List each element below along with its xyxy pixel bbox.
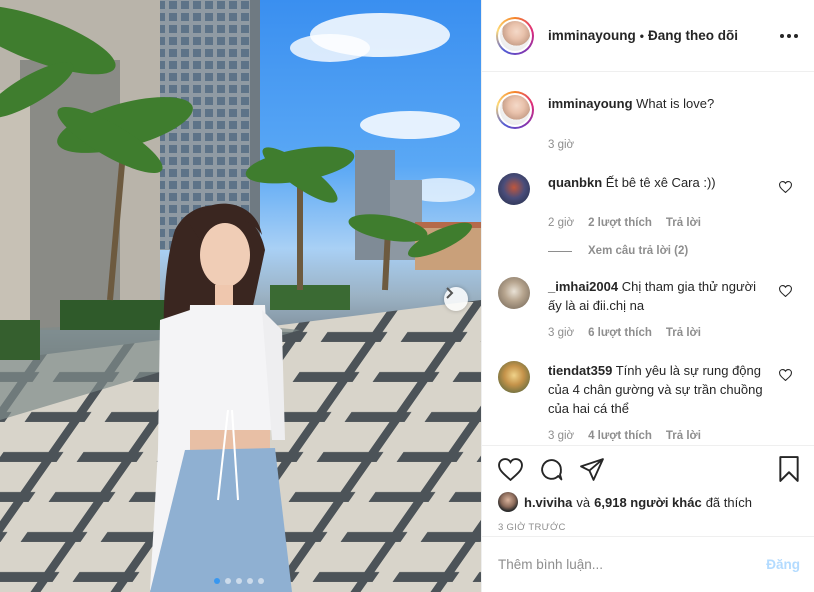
post-details-panel: imminayoung • Đang theo dõi imminayoung … <box>481 0 814 592</box>
reply-button[interactable]: Trả lời <box>666 217 701 229</box>
add-comment-bar: Đăng <box>482 536 814 592</box>
comment-text: Ết bê tê xê Cara :)) <box>605 175 716 190</box>
comment-username[interactable]: quanbkn <box>548 175 602 190</box>
likes-suffix: đã thích <box>705 494 752 510</box>
carousel-dot <box>214 578 220 584</box>
carousel-dot <box>225 578 231 584</box>
bookmark-icon[interactable] <box>778 456 800 482</box>
carousel-dot <box>236 578 242 584</box>
liker-username[interactable]: h.viviha <box>524 495 572 510</box>
comment-time[interactable]: 3 giờ <box>548 430 574 442</box>
carousel-dot <box>258 578 264 584</box>
commenter-avatar[interactable] <box>498 277 530 309</box>
author-avatar[interactable] <box>496 16 534 55</box>
share-icon[interactable] <box>580 457 605 481</box>
caption-avatar[interactable] <box>496 91 534 129</box>
post-caption: imminayoung What is love? <box>496 91 798 129</box>
likes-summary: h.viviha và 6,918 người khác đã thích <box>498 492 800 512</box>
comment-item: tiendat359 Tính yêu là sự rung động của … <box>496 361 798 418</box>
comment-item: _imhai2004 Chị tham gia thử người ấy là … <box>496 277 798 315</box>
commenter-avatar[interactable] <box>498 361 530 393</box>
caption-text: What is love? <box>636 96 715 111</box>
comment-time[interactable]: 2 giờ <box>548 217 574 229</box>
header-separator: • <box>639 28 644 43</box>
next-slide-button[interactable] <box>444 287 468 311</box>
comment-likes[interactable]: 2 lượt thích <box>588 217 652 229</box>
like-icon[interactable] <box>498 457 523 481</box>
comments-list[interactable]: imminayoung What is love? 3 giờ quanbkn … <box>482 73 814 445</box>
commenter-avatar[interactable] <box>498 173 530 205</box>
carousel-dot <box>247 578 253 584</box>
heart-icon[interactable] <box>778 369 793 384</box>
caption-time[interactable]: 3 giờ <box>548 139 574 151</box>
author-username[interactable]: imminayoung <box>548 28 636 43</box>
photo-illustration <box>0 0 481 592</box>
liker-avatar[interactable] <box>498 492 518 512</box>
caption-username[interactable]: imminayoung <box>548 96 633 111</box>
likes-connector: và <box>576 494 591 510</box>
comment-username[interactable]: _imhai2004 <box>548 279 618 294</box>
comment-likes[interactable]: 6 lượt thích <box>588 327 652 339</box>
chevron-right-icon <box>446 287 454 299</box>
other-likers-link[interactable]: 6,918 người khác <box>594 495 702 510</box>
heart-icon[interactable] <box>778 285 793 300</box>
post-header: imminayoung • Đang theo dõi <box>482 0 814 72</box>
heart-icon[interactable] <box>778 181 793 196</box>
carousel-indicator <box>214 578 264 584</box>
reply-button[interactable]: Trả lời <box>666 430 701 442</box>
post-photo[interactable] <box>0 0 481 592</box>
comment-username[interactable]: tiendat359 <box>548 363 612 378</box>
comment-time[interactable]: 3 giờ <box>548 327 574 339</box>
view-replies-button[interactable]: Xem câu trả lời (2) <box>548 245 798 257</box>
comment-input[interactable] <box>498 557 767 572</box>
post-timestamp[interactable]: 3 GIỜ TRƯỚC <box>498 522 800 533</box>
more-options-icon[interactable] <box>780 33 798 38</box>
view-replies-label: Xem câu trả lời (2) <box>588 245 689 257</box>
post-comment-button[interactable]: Đăng <box>766 557 800 572</box>
comment-likes[interactable]: 4 lượt thích <box>588 430 652 442</box>
reply-button[interactable]: Trả lời <box>666 327 701 339</box>
comment-icon[interactable] <box>539 457 564 482</box>
follow-status-button[interactable]: Đang theo dõi <box>648 28 738 43</box>
comment-item: quanbkn Ết bê tê xê Cara :)) <box>496 173 798 205</box>
post-actions: h.viviha và 6,918 người khác đã thích 3 … <box>482 445 814 533</box>
